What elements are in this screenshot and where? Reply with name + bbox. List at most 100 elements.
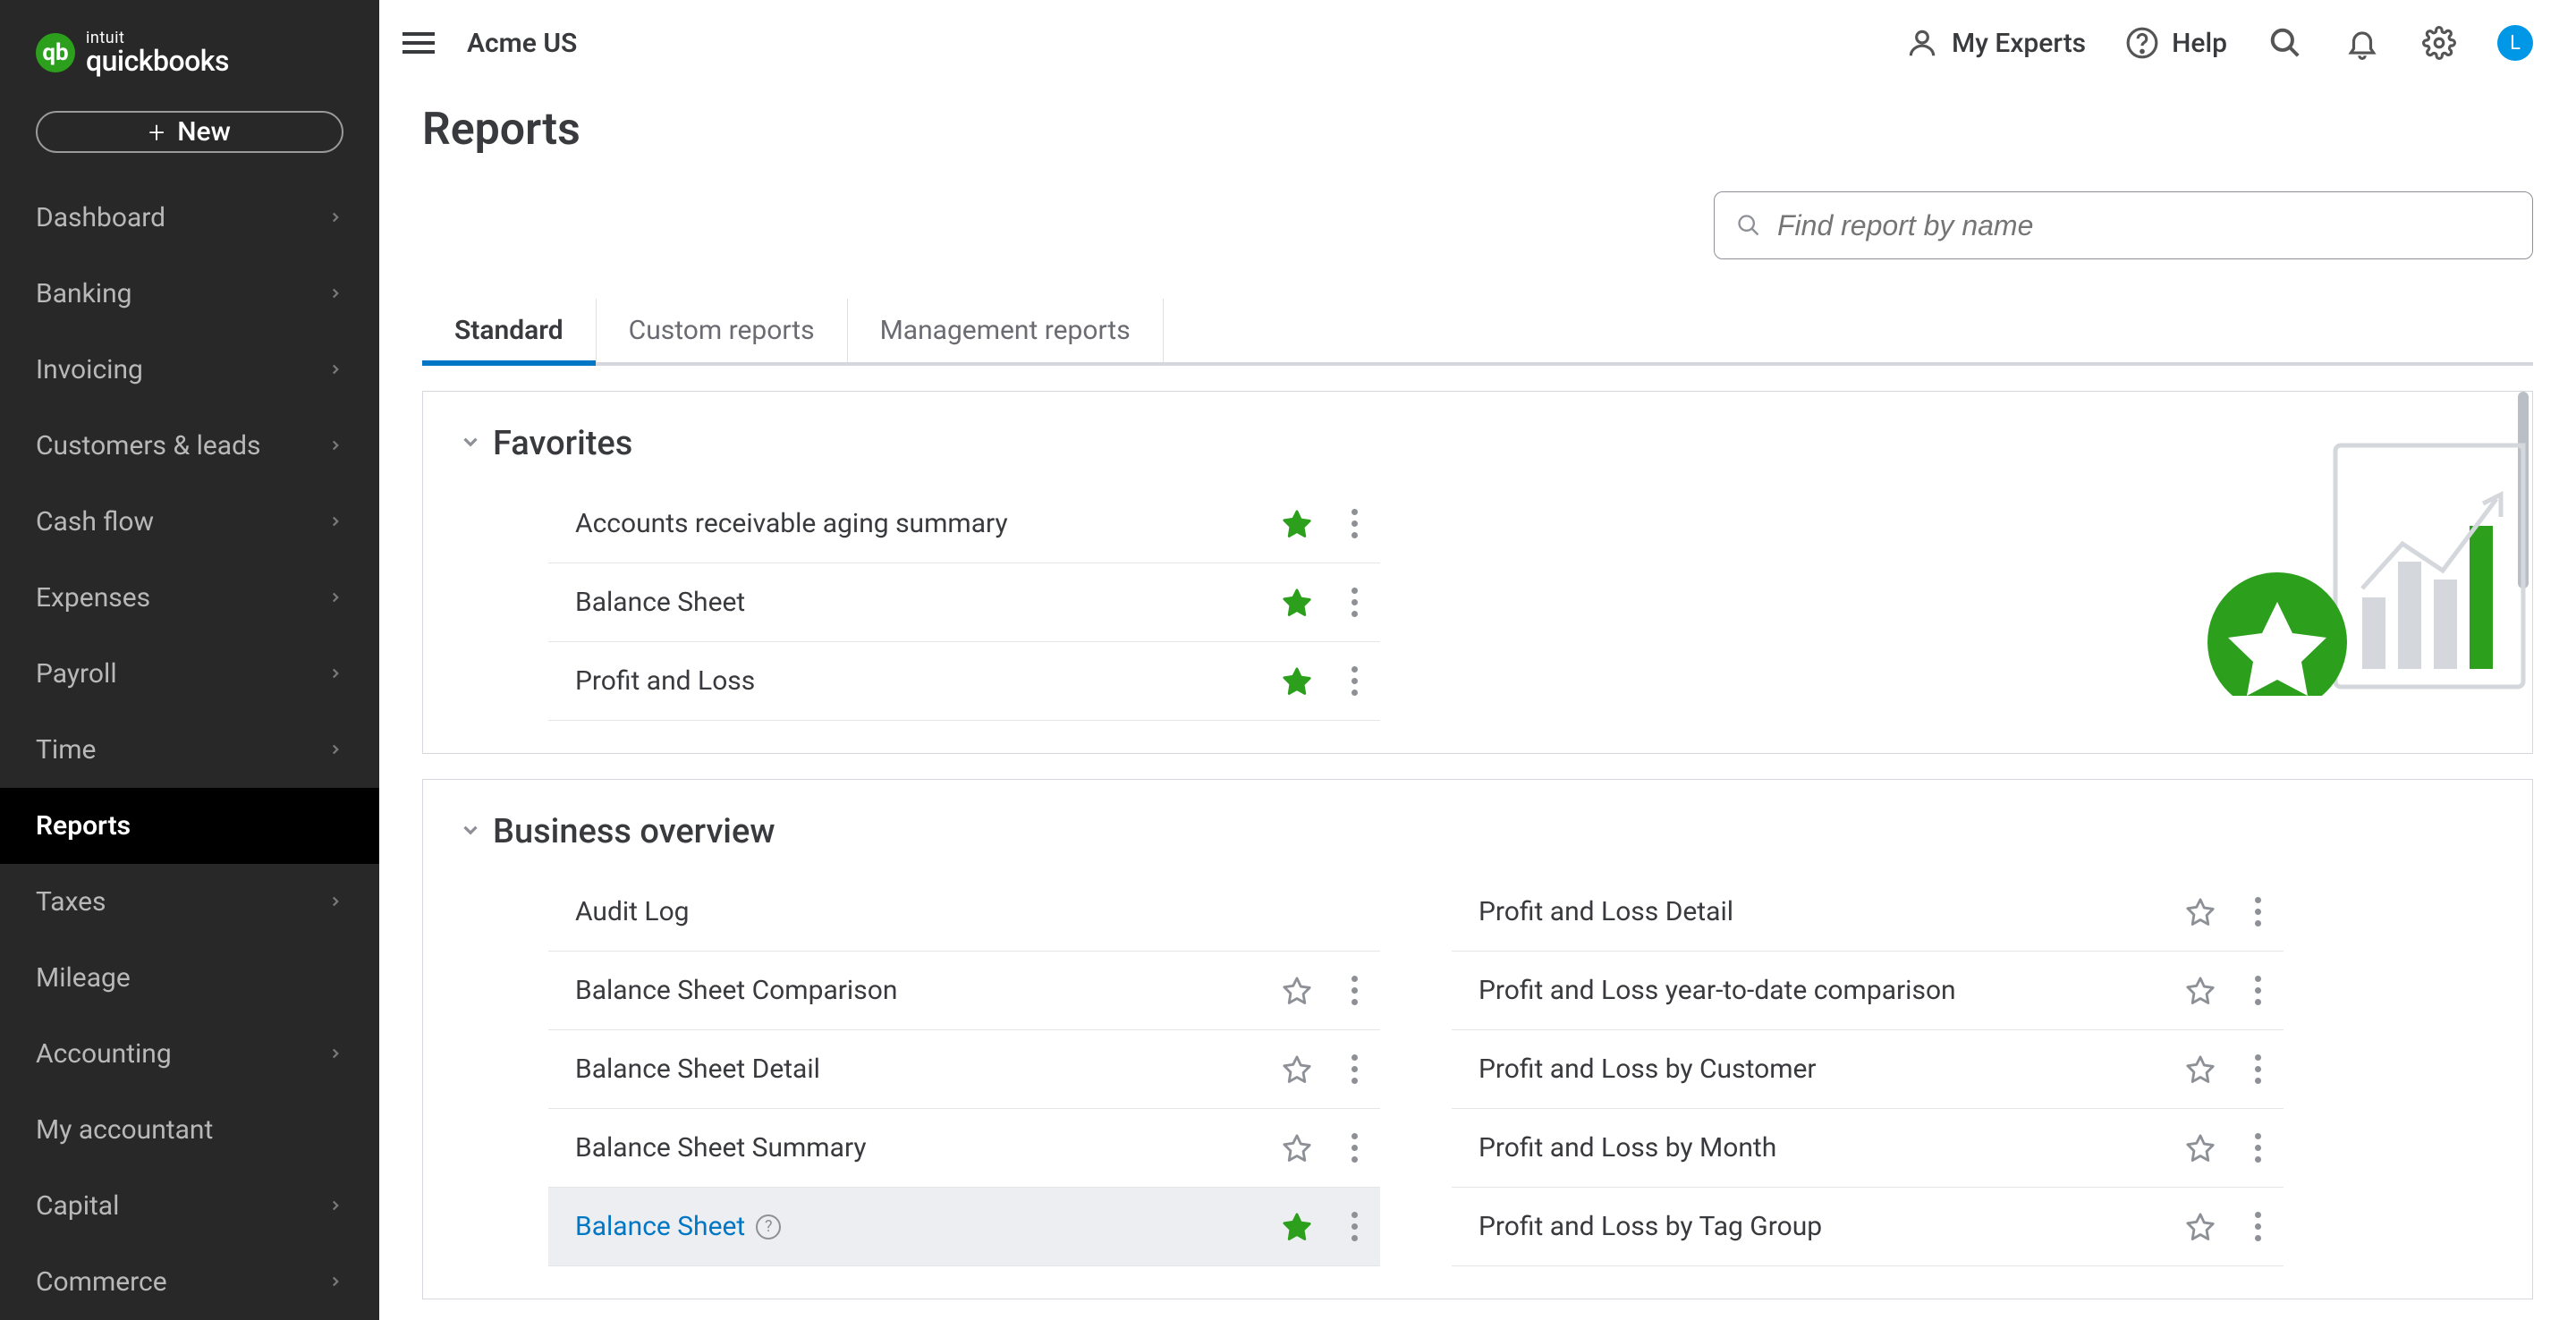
report-search-input[interactable]: [1777, 209, 2511, 242]
sidebar-item-accounting[interactable]: Accounting: [0, 1016, 379, 1092]
report-row[interactable]: Balance Sheet Detail: [548, 1030, 1380, 1109]
favorites-list: Accounts receivable aging summary Balance…: [548, 485, 1380, 721]
report-row[interactable]: Balance Sheet: [548, 563, 1380, 642]
sidebar-item-expenses[interactable]: Expenses: [0, 560, 379, 636]
sidebar-item-label: My accountant: [36, 1114, 213, 1146]
star-icon[interactable]: [1282, 588, 1312, 618]
my-experts-button[interactable]: My Experts: [1905, 26, 2086, 60]
star-icon[interactable]: [1282, 509, 1312, 539]
report-name: Profit and Loss: [575, 665, 755, 697]
avatar[interactable]: L: [2497, 25, 2533, 61]
report-row[interactable]: Balance Sheet Comparison: [548, 952, 1380, 1030]
kebab-icon[interactable]: [1346, 1054, 1362, 1084]
report-actions: [2185, 1212, 2266, 1242]
star-icon[interactable]: [2185, 976, 2216, 1006]
sidebar-item-dashboard[interactable]: Dashboard: [0, 180, 379, 256]
help-button[interactable]: Help: [2125, 26, 2227, 60]
logo[interactable]: qb intuit quickbooks: [0, 0, 379, 100]
sidebar-item-commerce[interactable]: Commerce: [0, 1244, 379, 1320]
gear-icon[interactable]: [2420, 24, 2458, 62]
star-icon[interactable]: [2185, 1054, 2216, 1085]
sidebar-item-taxes[interactable]: Taxes: [0, 864, 379, 940]
star-icon[interactable]: [2185, 897, 2216, 927]
info-icon[interactable]: ?: [756, 1214, 781, 1240]
search-icon[interactable]: [2267, 24, 2304, 62]
kebab-icon[interactable]: [2250, 976, 2266, 1005]
chevron-down-icon[interactable]: [459, 818, 482, 845]
report-name: Accounts receivable aging summary: [575, 508, 1008, 539]
report-row[interactable]: Profit and Loss by Tag Group: [1452, 1188, 2284, 1266]
sidebar-item-payroll[interactable]: Payroll: [0, 636, 379, 712]
chevron-right-icon: [327, 890, 343, 915]
chevron-right-icon: [327, 1194, 343, 1219]
chevron-down-icon[interactable]: [459, 430, 482, 457]
kebab-icon[interactable]: [2250, 1212, 2266, 1241]
report-row[interactable]: Balance Sheet?: [548, 1188, 1380, 1266]
chevron-right-icon: [327, 738, 343, 763]
report-row[interactable]: Audit Log: [548, 873, 1380, 952]
main-area: Acme US My Experts Help: [379, 0, 2576, 1320]
star-icon[interactable]: [2185, 1212, 2216, 1242]
star-icon[interactable]: [1282, 1212, 1312, 1242]
bell-icon[interactable]: [2343, 24, 2381, 62]
sidebar-item-mileage[interactable]: Mileage: [0, 940, 379, 1016]
sidebar-item-my-accountant[interactable]: My accountant: [0, 1092, 379, 1168]
report-row[interactable]: Accounts receivable aging summary: [548, 485, 1380, 563]
topbar: Acme US My Experts Help: [379, 0, 2576, 86]
help-label: Help: [2172, 28, 2227, 59]
favorites-illustration: [2192, 436, 2532, 696]
tab-standard[interactable]: Standard: [422, 299, 597, 362]
kebab-icon[interactable]: [1346, 666, 1362, 696]
my-experts-label: My Experts: [1952, 28, 2086, 59]
report-actions: [1282, 1212, 1362, 1242]
report-actions: [1282, 666, 1362, 697]
report-row[interactable]: Profit and Loss year-to-date comparison: [1452, 952, 2284, 1030]
hamburger-icon[interactable]: [397, 21, 440, 64]
kebab-icon[interactable]: [2250, 1054, 2266, 1084]
report-actions: [1282, 1054, 1362, 1085]
report-actions: [2185, 1133, 2266, 1163]
kebab-icon[interactable]: [1346, 1133, 1362, 1163]
kebab-icon[interactable]: [1346, 976, 1362, 1005]
sidebar-item-banking[interactable]: Banking: [0, 256, 379, 332]
report-name: Profit and Loss year-to-date comparison: [1479, 975, 1956, 1006]
star-icon[interactable]: [2185, 1133, 2216, 1163]
tab-custom-reports[interactable]: Custom reports: [597, 299, 848, 362]
star-icon[interactable]: [1282, 1133, 1312, 1163]
kebab-icon[interactable]: [2250, 1133, 2266, 1163]
kebab-icon[interactable]: [1346, 1212, 1362, 1241]
search-icon: [1736, 213, 1761, 238]
sidebar-item-cash-flow[interactable]: Cash flow: [0, 484, 379, 560]
kebab-icon[interactable]: [1346, 509, 1362, 538]
report-actions: [2185, 897, 2266, 927]
report-search[interactable]: [1714, 191, 2533, 259]
report-row[interactable]: Profit and Loss by Customer: [1452, 1030, 2284, 1109]
new-button[interactable]: + New: [36, 111, 343, 153]
sidebar-item-label: Taxes: [36, 886, 106, 918]
company-name[interactable]: Acme US: [467, 28, 577, 59]
favorites-section: Favorites Accounts receivable aging summ…: [422, 391, 2533, 754]
star-icon[interactable]: [1282, 1054, 1312, 1085]
kebab-icon[interactable]: [2250, 897, 2266, 927]
kebab-icon[interactable]: [1346, 588, 1362, 617]
report-actions: [1282, 976, 1362, 1006]
report-row[interactable]: Profit and Loss: [548, 642, 1380, 721]
star-icon[interactable]: [1282, 666, 1312, 697]
chevron-right-icon: [327, 586, 343, 611]
report-name: Balance Sheet Detail: [575, 1053, 820, 1085]
chevron-right-icon: [327, 1042, 343, 1067]
report-row[interactable]: Profit and Loss by Month: [1452, 1109, 2284, 1188]
report-row[interactable]: Balance Sheet Summary: [548, 1109, 1380, 1188]
report-row[interactable]: Profit and Loss Detail: [1452, 873, 2284, 952]
favorites-title: Favorites: [493, 424, 632, 463]
sidebar-item-customers-leads[interactable]: Customers & leads: [0, 408, 379, 484]
help-icon: [2125, 26, 2159, 60]
sidebar-item-reports[interactable]: Reports: [0, 788, 379, 864]
star-icon[interactable]: [1282, 976, 1312, 1006]
sidebar-nav: Dashboard Banking InvoicingCustomers & lea…: [0, 180, 379, 1320]
sidebar-item-capital[interactable]: Capital: [0, 1168, 379, 1244]
sidebar-item-time[interactable]: Time: [0, 712, 379, 788]
sidebar-item-invoicing[interactable]: Invoicing: [0, 332, 379, 408]
tab-management-reports[interactable]: Management reports: [848, 299, 1164, 362]
sidebar-item-label: Banking: [36, 278, 132, 309]
